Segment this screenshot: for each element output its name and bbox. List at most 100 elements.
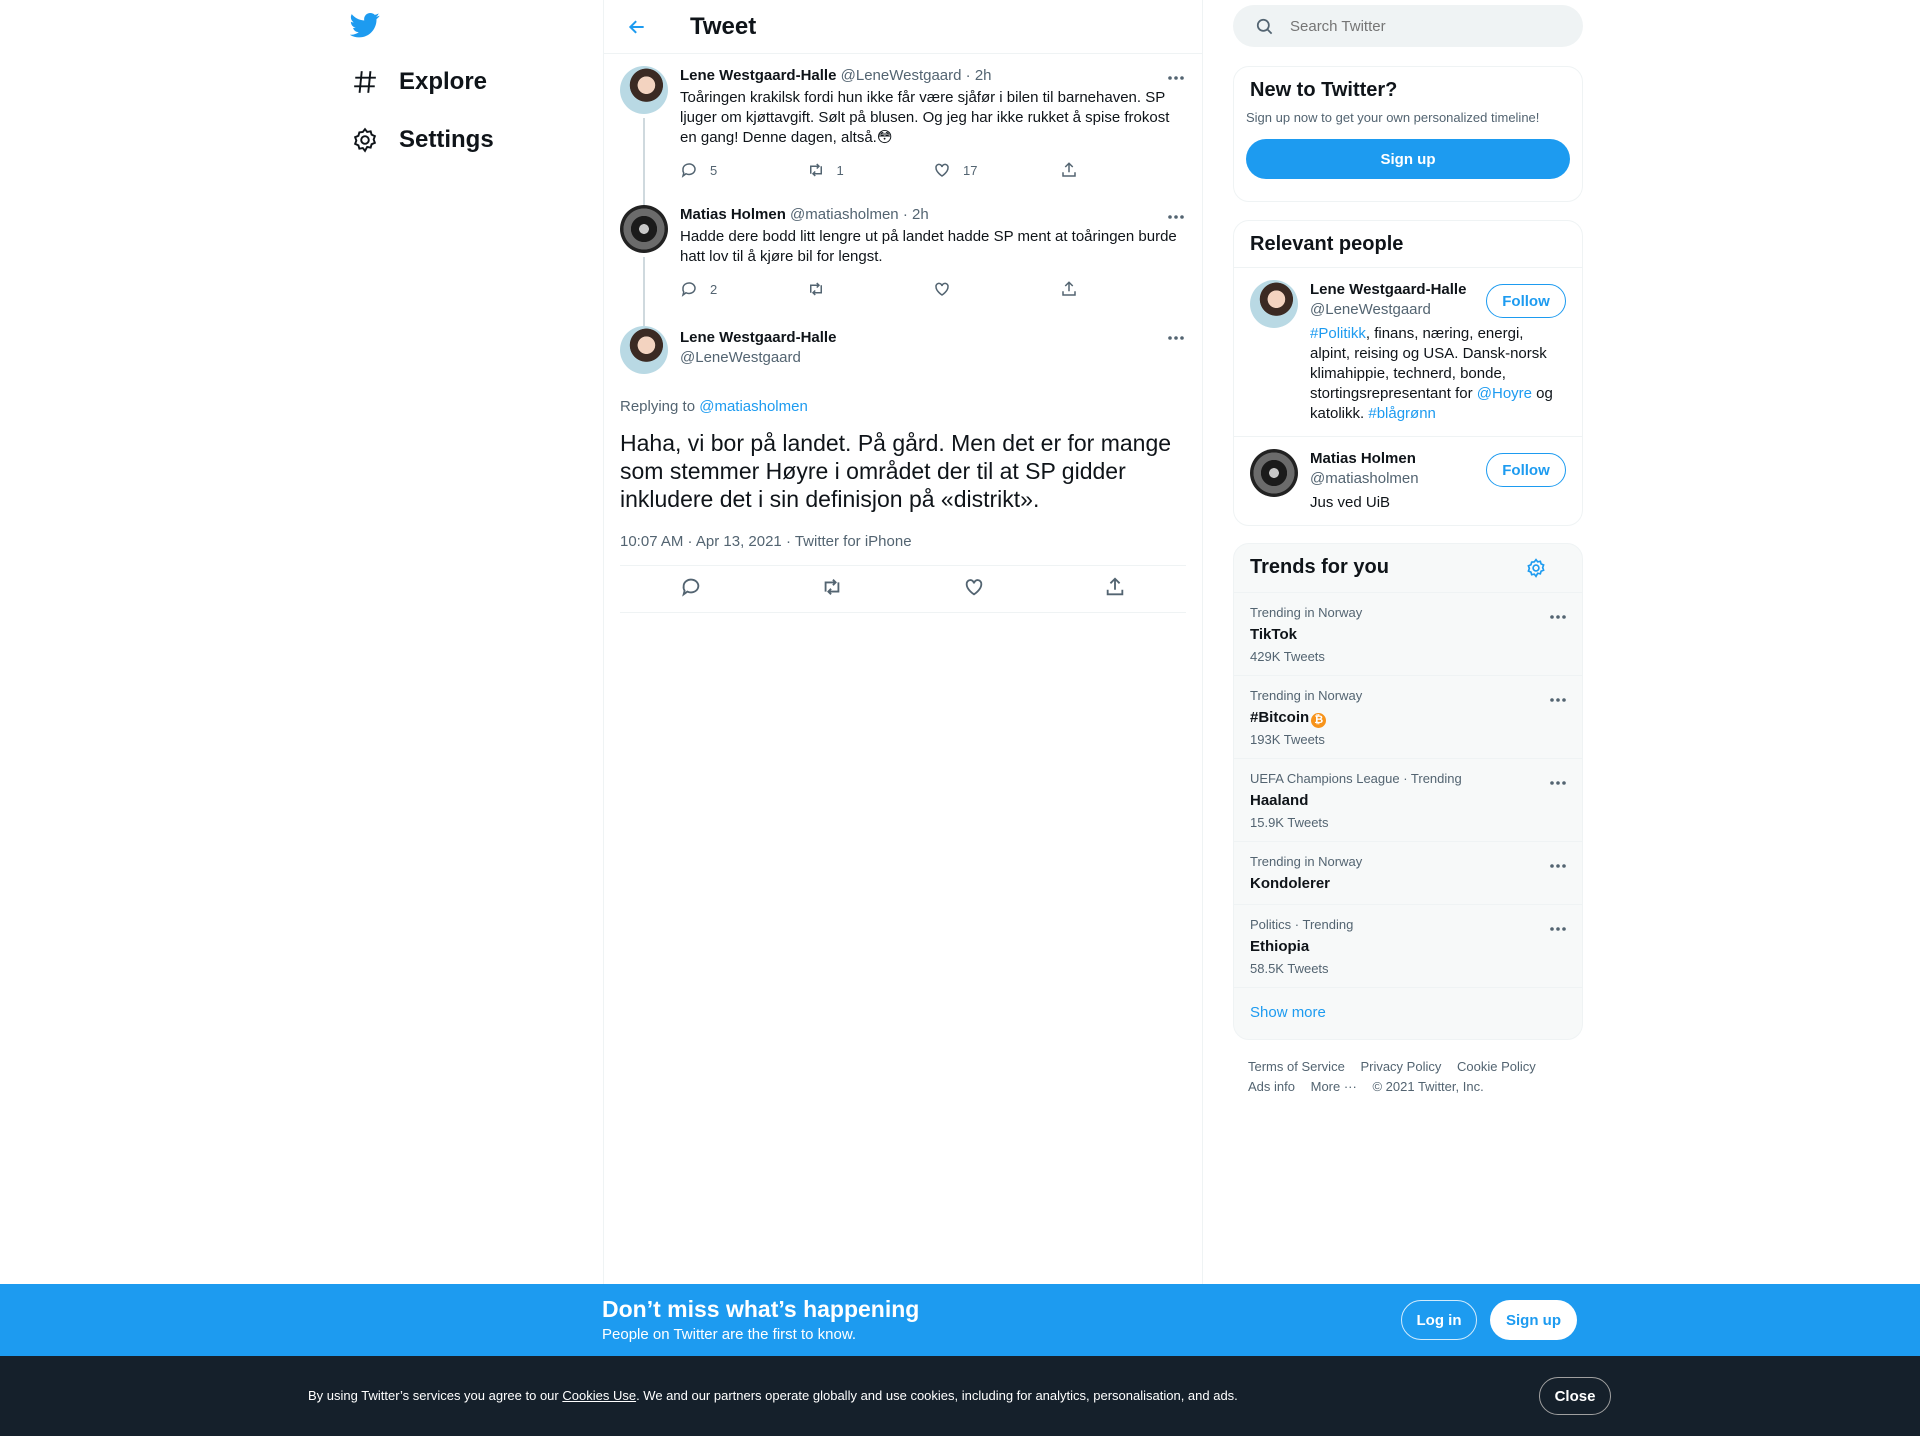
prompt-subtitle: People on Twitter are the first to know. <box>602 1326 857 1343</box>
more-options-icon[interactable] <box>1166 207 1186 227</box>
footer-cookie-link[interactable]: Cookie Policy <box>1457 1059 1536 1074</box>
relevant-people-card: Relevant people Follow Lene Westgaard-Ha… <box>1233 220 1583 526</box>
avatar[interactable] <box>1250 280 1298 328</box>
author-name[interactable]: Lene Westgaard-Halle <box>680 329 836 346</box>
retweet-icon[interactable] <box>821 576 843 603</box>
reply-icon <box>681 282 696 297</box>
signup-button[interactable]: Sign up <box>1246 139 1570 179</box>
replying-to-handle[interactable]: @matiasholmen <box>699 398 808 415</box>
avatar[interactable] <box>1250 449 1298 497</box>
share-icon <box>1061 281 1076 296</box>
heart-icon[interactable] <box>963 576 985 603</box>
share-icon[interactable] <box>1104 576 1126 603</box>
nav-item-explore[interactable]: Explore <box>350 58 487 106</box>
share-button[interactable] <box>1060 161 1187 179</box>
person-bio: #Politikk, finans, næring, energi, alpin… <box>1310 324 1566 424</box>
tweet-text: Hadde dere bodd litt lengre ut på landet… <box>680 228 1177 265</box>
avatar[interactable] <box>620 205 668 253</box>
person-bio: Jus ved UiB <box>1310 494 1391 511</box>
person-item[interactable]: Follow Matias Holmen @matiasholmen Jus v… <box>1234 436 1582 524</box>
avatar[interactable] <box>620 326 668 374</box>
trend-name: Kondolerer <box>1250 875 1331 892</box>
trend-item[interactable]: Trending in Norway TikTok 429K Tweets <box>1234 592 1582 675</box>
trend-count: 15.9K Tweets <box>1250 815 1329 830</box>
tweet-time[interactable]: · 2h <box>903 206 929 223</box>
card-subtitle: Sign up now to get your own personalized… <box>1246 110 1540 125</box>
card-title: Trends for you <box>1250 556 1389 578</box>
follow-button[interactable]: Follow <box>1486 453 1566 487</box>
more-options-icon[interactable] <box>1548 919 1568 939</box>
more-options-icon[interactable] <box>1548 856 1568 876</box>
arrow-left-icon <box>628 19 644 34</box>
author-name[interactable]: Matias Holmen <box>680 206 786 223</box>
more-options-icon[interactable] <box>1166 328 1186 348</box>
gear-icon[interactable] <box>1526 558 1546 584</box>
author-handle[interactable]: @LeneWestgaard <box>680 348 1186 368</box>
trend-item[interactable]: Trending in Norway Kondolerer <box>1234 841 1582 904</box>
retweet-button[interactable] <box>807 280 934 298</box>
new-to-twitter-card: New to Twitter? Sign up now to get your … <box>1233 66 1583 202</box>
nav-explore-label: Explore <box>399 68 488 95</box>
cookies-use-link[interactable]: Cookies Use <box>562 1388 636 1403</box>
show-more-row[interactable]: Show more <box>1234 987 1582 1039</box>
more-options-icon[interactable] <box>1166 68 1186 88</box>
avatar[interactable] <box>620 66 668 114</box>
trend-item[interactable]: Politics · Trending Ethiopia 58.5K Tweet… <box>1234 904 1582 987</box>
trend-context: UEFA Champions League · Trending <box>1250 771 1462 786</box>
footer-privacy-link[interactable]: Privacy Policy <box>1360 1059 1441 1074</box>
footer-terms-link[interactable]: Terms of Service <box>1248 1059 1345 1074</box>
close-button[interactable]: Close <box>1539 1377 1611 1415</box>
like-button[interactable]: 17 <box>933 161 1060 179</box>
trend-name: Haaland <box>1250 792 1309 809</box>
footer-copyright: © 2021 Twitter, Inc. <box>1372 1079 1484 1094</box>
share-button[interactable] <box>1060 280 1187 298</box>
reply-button[interactable]: 2 <box>680 280 807 298</box>
footer-ads-link[interactable]: Ads info <box>1248 1079 1295 1094</box>
thread-tweet[interactable]: Matias Holmen @matiasholmen · 2h Hadde d… <box>604 193 1202 314</box>
main-column: Tweet Lene Westgaard-Halle @LeneWestgaar… <box>603 0 1203 1284</box>
signup-prompt-bar: Don’t miss what’s happening People on Tw… <box>0 1284 1920 1356</box>
signup-button[interactable]: Sign up <box>1490 1300 1577 1340</box>
footer-more-link[interactable]: More ··· <box>1311 1079 1357 1094</box>
search-bar[interactable] <box>1233 5 1583 47</box>
show-more-link[interactable]: Show more <box>1250 1004 1326 1021</box>
follow-button[interactable]: Follow <box>1486 284 1566 318</box>
twitter-logo-icon[interactable] <box>349 10 384 44</box>
trend-item[interactable]: UEFA Champions League · Trending Haaland… <box>1234 758 1582 841</box>
trend-item[interactable]: Trending in Norway #Bitcoin ₿ 193K Tweets <box>1234 675 1582 758</box>
reply-icon <box>681 163 696 178</box>
trend-count: 58.5K Tweets <box>1250 961 1329 976</box>
author-handle[interactable]: @LeneWestgaard <box>841 67 962 84</box>
more-options-icon[interactable] <box>1548 607 1568 627</box>
trend-name: TikTok <box>1250 626 1297 643</box>
bio-hashtag[interactable]: #Politikk <box>1310 325 1366 342</box>
trend-count: 193K Tweets <box>1250 732 1325 747</box>
bio-mention[interactable]: @Hoyre <box>1477 385 1532 402</box>
like-button[interactable] <box>933 280 1060 298</box>
author-name[interactable]: Lene Westgaard-Halle <box>680 67 836 84</box>
author-handle[interactable]: @matiasholmen <box>790 206 899 223</box>
thread-tweet[interactable]: Lene Westgaard-Halle @LeneWestgaard · 2h… <box>604 54 1202 193</box>
replying-to: Replying to @matiasholmen <box>604 378 1202 415</box>
more-options-icon[interactable] <box>1548 690 1568 710</box>
focused-tweet-text: Haha, vi bor på landet. På gård. Men det… <box>620 430 1172 512</box>
search-input[interactable] <box>1290 17 1550 35</box>
tweet-time[interactable]: · 2h <box>966 67 992 84</box>
reply-button[interactable]: 5 <box>680 161 807 179</box>
cookie-text-before: By using Twitter’s services you agree to… <box>308 1388 563 1403</box>
bio-hashtag[interactable]: #blågrønn <box>1368 405 1436 422</box>
login-button[interactable]: Log in <box>1401 1300 1477 1340</box>
reply-icon[interactable] <box>680 576 702 603</box>
trend-context: Politics · Trending <box>1250 917 1354 932</box>
trends-header: Trends for you <box>1234 544 1582 592</box>
more-options-icon[interactable] <box>1548 773 1568 793</box>
tweet-timestamp[interactable]: 10:07 AM · Apr 13, 2021 · Twitter for iP… <box>604 533 1202 550</box>
prompt-title: Don’t miss what’s happening <box>602 1296 920 1322</box>
replying-to-label: Replying to <box>620 398 696 415</box>
person-item[interactable]: Follow Lene Westgaard-Halle @LeneWestgaa… <box>1234 267 1582 436</box>
back-button[interactable] <box>620 10 654 44</box>
nav-item-settings[interactable]: Settings <box>350 116 494 164</box>
retweet-button[interactable]: 1 <box>807 161 934 179</box>
trend-context: Trending in Norway <box>1250 854 1363 869</box>
retweet-count: 1 <box>836 162 844 178</box>
